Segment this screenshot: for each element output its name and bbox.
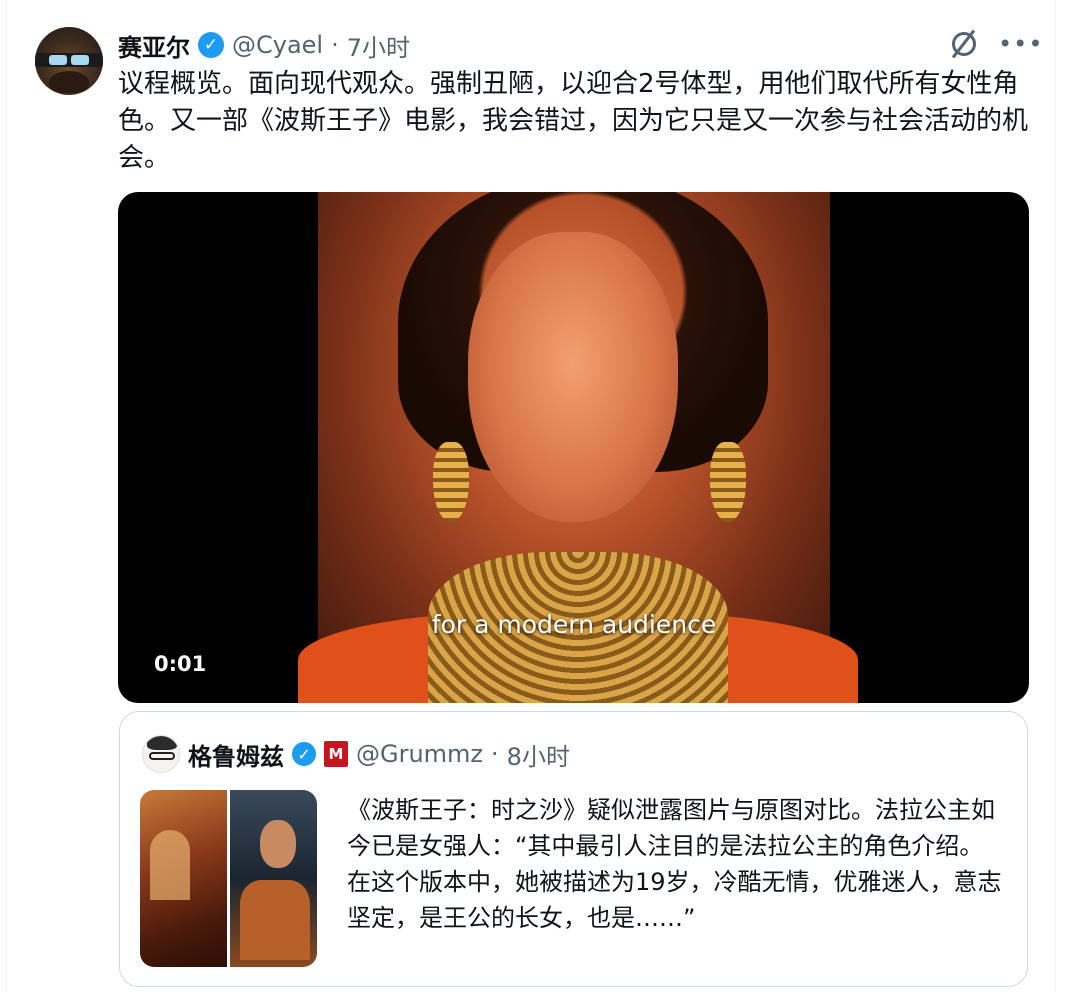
quoted-tweet-header: 格鲁姆兹 ✓ M @Grummz · 8小时: [142, 735, 570, 773]
author-handle[interactable]: @Cyael: [232, 31, 323, 59]
grok-icon[interactable]: [948, 28, 980, 60]
quoted-tweet[interactable]: 格鲁姆兹 ✓ M @Grummz · 8小时 《波斯王子：时之沙》疑似泄露图片与…: [119, 711, 1028, 987]
tweet-text: 议程概览。面向现代观众。强制丑陋，以迎合2号体型，用他们取代所有女性角色。又一部…: [118, 69, 1029, 173]
quoted-media-thumbnail: [140, 790, 317, 967]
tweet-header: 赛亚尔 ✓ @Cyael · 7小时: [118, 28, 410, 62]
video-frame: for a modern audience: [298, 192, 858, 703]
more-icon[interactable]: •••: [998, 28, 1043, 60]
quoted-tweet-text: 《波斯王子：时之沙》疑似泄露图片与原图对比。法拉公主如今已是女强人：“其中最引人…: [347, 796, 1002, 932]
quoted-avatar: [142, 735, 180, 773]
verified-badge-icon[interactable]: ✓: [198, 32, 224, 58]
quoted-separator-dot: ·: [491, 740, 499, 768]
video-player[interactable]: for a modern audience 0:01: [118, 192, 1029, 703]
quoted-author-handle: @Grummz: [356, 740, 484, 768]
affiliate-badge-icon: M: [324, 741, 348, 767]
quoted-timestamp: 8小时: [506, 742, 570, 771]
quoted-verified-badge-icon: ✓: [292, 742, 316, 766]
quoted-author-name: 格鲁姆兹: [188, 742, 284, 771]
separator-dot: ·: [331, 31, 339, 59]
tweet-timestamp[interactable]: 7小时: [347, 28, 410, 63]
avatar[interactable]: [35, 27, 103, 95]
author-name[interactable]: 赛亚尔: [118, 28, 190, 63]
video-caption: for a modern audience: [431, 610, 717, 639]
video-timestamp: 0:01: [154, 652, 207, 676]
tweet-actions: •••: [948, 28, 1043, 60]
tweet[interactable]: 赛亚尔 ✓ @Cyael · 7小时 ••• 议程概览。面向现代观众。强制丑陋，…: [0, 0, 1080, 992]
